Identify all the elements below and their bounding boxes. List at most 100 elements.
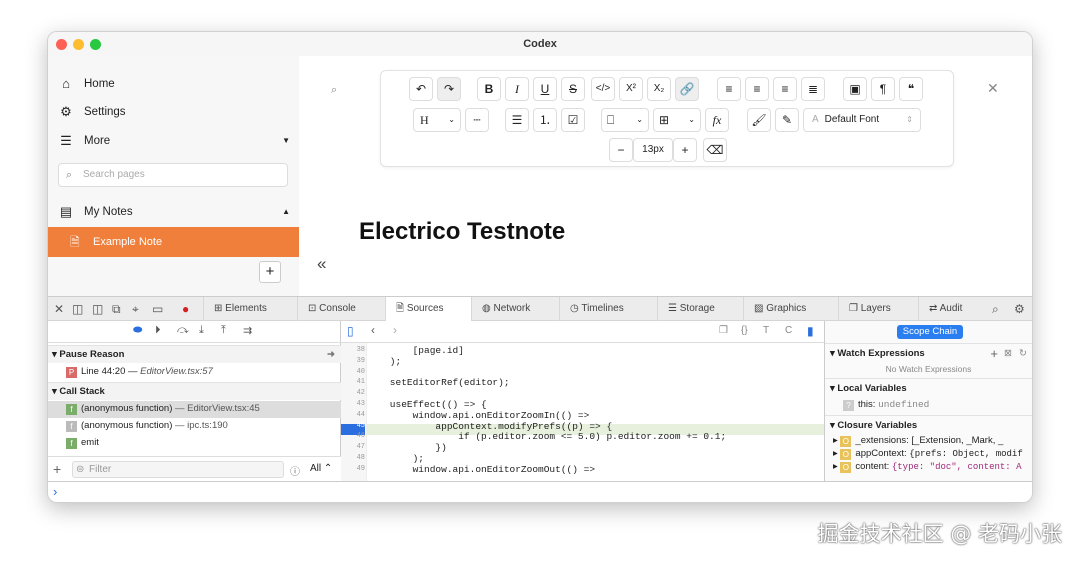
code-button[interactable]: </> — [591, 77, 615, 101]
ordered-list-button[interactable]: ⒈ — [533, 108, 557, 132]
align-center-button[interactable]: ≡ — [745, 77, 769, 101]
bold-button[interactable]: B — [477, 77, 501, 101]
console-prompt[interactable]: › — [48, 481, 1032, 502]
code-line[interactable]: useEffect(() => { — [367, 399, 487, 410]
line-number[interactable]: 43 — [341, 400, 365, 408]
search-input[interactable]: ⌕ Search pages — [58, 163, 288, 187]
scope-chain-button[interactable]: Scope Chain — [897, 325, 963, 339]
increase-font-size-button[interactable]: + — [673, 138, 697, 162]
block-dropdown[interactable]: ⎕ ⌄ — [601, 108, 649, 132]
inspect-icon[interactable]: ⌖ — [132, 302, 139, 317]
filter-input[interactable]: ⊜ Filter — [72, 461, 284, 478]
task-list-button[interactable]: ☑ — [561, 108, 585, 132]
code-line[interactable]: setEditorRef(editor); — [367, 377, 510, 388]
link-button[interactable]: 🔗 — [675, 77, 699, 101]
tab-graphics[interactable]: ▨ Graphics — [743, 297, 838, 321]
find-icon[interactable]: ⌕ — [331, 84, 337, 97]
call-stack-frame[interactable]: f (anonymous function) — EditorView.tsx:4… — [66, 401, 260, 417]
code-line[interactable]: ); — [367, 356, 401, 367]
horizontal-rule-button[interactable]: ┄ — [465, 108, 489, 132]
code-line[interactable]: ); — [367, 453, 424, 464]
line-number[interactable]: 47 — [341, 443, 365, 451]
add-breakpoint-icon[interactable]: + — [53, 461, 61, 477]
code-line[interactable]: if (p.editor.zoom <= 5.0) p.editor.zoom … — [367, 431, 726, 442]
table-dropdown[interactable]: ⊞ ⌄ — [653, 108, 701, 132]
close-window-button[interactable] — [56, 39, 67, 50]
closure-variable-row[interactable]: ▸ O _extensions: [_Extension, _Mark, _ — [833, 435, 1003, 447]
closure-variables-header[interactable]: ▾ Closure Variables — [830, 420, 917, 431]
tab-storage[interactable]: ☰ Storage — [657, 297, 743, 321]
redo-button[interactable]: ↷ — [437, 77, 461, 101]
minimize-window-button[interactable] — [73, 39, 84, 50]
tab-layers[interactable]: ❐ Layers — [838, 297, 918, 321]
closure-variable-row[interactable]: ▸ Ocontent: {type: "doc", content: A — [833, 461, 1022, 473]
insert-image-button[interactable]: ▣ — [843, 77, 867, 101]
tab-timelines[interactable]: ◷ Timelines — [559, 297, 657, 321]
undo-button[interactable]: ↶ — [409, 77, 433, 101]
line-number[interactable]: 40 — [341, 368, 365, 376]
settings-gear-icon[interactable]: ⚙ — [1014, 302, 1025, 316]
code-line[interactable]: }) — [367, 442, 446, 453]
navigator-toggle-icon[interactable]: ▯ — [347, 324, 354, 338]
forward-icon[interactable]: › — [393, 323, 397, 337]
paragraph-button[interactable]: ¶ — [871, 77, 895, 101]
line-number[interactable]: 38 — [341, 346, 365, 354]
clear-format-button[interactable]: ⌫ — [703, 138, 727, 162]
line-number[interactable]: 42 — [341, 389, 365, 397]
align-left-button[interactable]: ≡ — [717, 77, 741, 101]
blockquote-button[interactable]: ❝ — [899, 77, 923, 101]
code-line[interactable]: appContext.modifyPrefs((p) => { — [367, 421, 612, 432]
sidebar-item-home[interactable]: ⌂ Home — [58, 72, 290, 96]
info-icon[interactable]: ⓘ — [290, 463, 300, 478]
italic-button[interactable]: I — [505, 77, 529, 101]
tab-elements[interactable]: ⊞ Elements — [203, 297, 297, 321]
heading-dropdown[interactable]: H ⌄ — [413, 108, 461, 132]
close-devtools-icon[interactable]: ✕ — [54, 302, 64, 316]
pretty-print-icon[interactable]: {} — [741, 325, 748, 336]
dock-left-icon[interactable]: ◫ — [72, 302, 83, 316]
tab-network[interactable]: ◍ Network — [471, 297, 559, 321]
superscript-button[interactable]: X² — [619, 77, 643, 101]
line-number[interactable]: 48 — [341, 454, 365, 462]
step-out-icon[interactable]: ⤒ — [221, 324, 226, 337]
coverage-icon[interactable]: C — [785, 325, 792, 336]
closure-variable-row[interactable]: ▸ OappContext: {prefs: Object, modif — [833, 448, 1023, 460]
breakpoints-toggle-icon[interactable]: ⬬ — [133, 324, 142, 337]
call-stack-header[interactable]: ▾ Call Stack — [48, 382, 341, 400]
copy-icon[interactable]: ❐ — [719, 325, 728, 336]
back-icon[interactable]: ‹ — [371, 323, 375, 337]
add-watch-icon[interactable]: + — [990, 346, 998, 361]
arrow-right-circle-icon[interactable]: ➜ — [327, 346, 335, 364]
watch-expressions-header[interactable]: ▾ Watch Expressions — [830, 348, 925, 359]
line-number[interactable]: 45 — [341, 422, 365, 430]
pause-reason-row[interactable]: P Line 44:20 — EditorView.tsx:57 — [66, 364, 213, 380]
local-variables-header[interactable]: ▾ Local Variables — [830, 383, 907, 394]
code-line[interactable]: window.api.onEditorZoomOut(() => — [367, 464, 595, 475]
tab-audit[interactable]: ⇄ Audit — [918, 297, 986, 321]
local-variable-row[interactable]: ? this: undefined — [843, 399, 929, 411]
note-item-example[interactable]: 🗎 Example Note — [48, 227, 299, 257]
delete-watch-icon[interactable]: ⊠ — [1004, 348, 1012, 359]
code-line[interactable]: window.api.onEditorZoomIn(() => — [367, 410, 590, 421]
sidebar-item-settings[interactable]: ⚙ Settings — [58, 100, 290, 124]
formula-button[interactable]: fx — [705, 108, 729, 132]
underline-button[interactable]: U — [533, 77, 557, 101]
step-into-icon[interactable]: ⤓ — [199, 324, 204, 337]
refresh-icon[interactable]: ↻ — [1019, 348, 1027, 359]
add-note-button[interactable]: + — [259, 261, 281, 283]
call-stack-frame[interactable]: f (anonymous function) — ipc.ts:190 — [66, 418, 228, 434]
line-number[interactable]: 41 — [341, 378, 365, 386]
error-icon[interactable]: ● — [182, 302, 189, 316]
detach-icon[interactable]: ⧉ — [112, 302, 121, 317]
highlight-button[interactable]: ✎ — [775, 108, 799, 132]
format-painter-button[interactable]: 🖌 — [747, 108, 771, 132]
tab-console[interactable]: ⊡ Console — [297, 297, 385, 321]
device-icon[interactable]: ▭ — [152, 302, 163, 316]
maximize-window-button[interactable] — [90, 39, 101, 50]
bullet-list-button[interactable]: ☰ — [505, 108, 529, 132]
type-icon[interactable]: T — [763, 325, 769, 336]
resume-icon[interactable]: ⏵ — [155, 324, 161, 337]
tools-icon[interactable]: ✕ — [987, 80, 999, 97]
align-right-button[interactable]: ≡ — [773, 77, 797, 101]
collapse-sidebar-button[interactable]: « — [317, 254, 326, 274]
